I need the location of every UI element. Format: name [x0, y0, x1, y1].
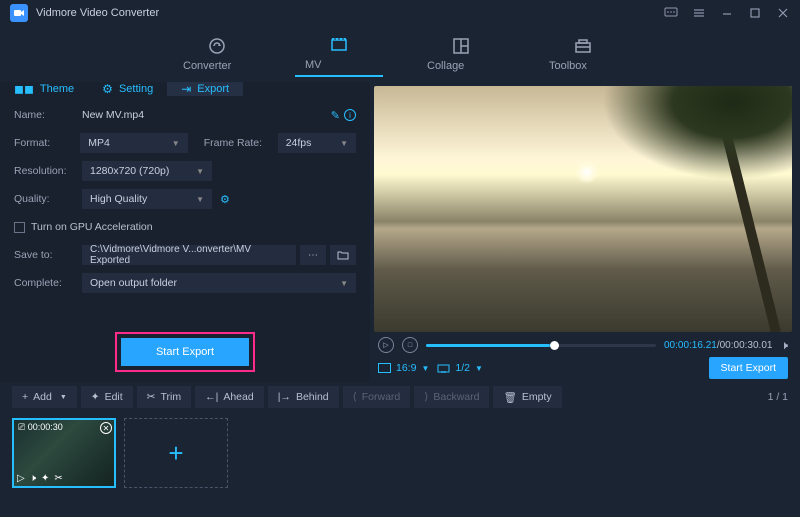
subtab-label: Export [197, 83, 229, 95]
complete-label: Complete: [14, 277, 82, 289]
mv-icon [329, 35, 349, 55]
info-icon[interactable]: i [344, 109, 356, 121]
tab-label: Toolbox [549, 60, 617, 72]
maximize-icon[interactable] [748, 6, 762, 20]
saveto-label: Save to: [14, 249, 82, 261]
subtab-theme[interactable]: ◼◼ Theme [0, 82, 88, 96]
chevron-down-icon: ▼ [60, 394, 67, 401]
ahead-icon: ←| [205, 391, 218, 403]
seek-slider[interactable] [426, 344, 656, 347]
open-folder-button[interactable] [330, 245, 356, 265]
preview-panel: ▷ □ 00:00:16.21/00:00:30.01 🕨 16:9 ▼ 1/2… [370, 82, 800, 382]
add-clip-button[interactable]: + [124, 418, 228, 488]
chevron-down-icon: ▼ [196, 167, 204, 176]
quality-select[interactable]: High Quality▼ [82, 189, 212, 209]
toolbox-icon [573, 36, 593, 56]
feedback-icon[interactable] [664, 6, 678, 20]
app-title: Vidmore Video Converter [36, 7, 159, 19]
backward-icon: ⟩ [424, 391, 428, 403]
clip-trim-icon[interactable]: ✂ [54, 473, 62, 484]
browse-button[interactable]: ⋯ [300, 245, 326, 265]
tab-label: MV [305, 59, 373, 71]
close-icon[interactable] [776, 6, 790, 20]
subtab-label: Setting [119, 83, 153, 95]
volume-icon[interactable]: 🕨 [780, 338, 788, 353]
tab-collage[interactable]: Collage [417, 32, 505, 76]
chevron-down-icon: ▼ [475, 364, 483, 373]
trash-icon: 🗑 [503, 391, 516, 404]
tab-mv[interactable]: MV [295, 31, 383, 77]
framerate-select[interactable]: 24fps▼ [278, 133, 356, 153]
resolution-select[interactable]: 1280x720 (720p)▼ [82, 161, 212, 181]
subtab-export[interactable]: ⇥ Export [167, 82, 243, 96]
app-logo [10, 4, 28, 22]
video-preview[interactable] [374, 86, 792, 332]
resolution-label: Resolution: [14, 165, 82, 177]
gpu-checkbox[interactable] [14, 222, 25, 233]
main-tabs: Converter MV Collage Toolbox [0, 26, 800, 82]
clip-toolbar: +Add▼ ✦Edit ✂Trim ←|Ahead |→Behind ⟨Forw… [0, 382, 800, 412]
minimize-icon[interactable] [720, 6, 734, 20]
framerate-label: Frame Rate: [204, 137, 278, 149]
tab-label: Converter [183, 60, 251, 72]
saveto-path: C:\Vidmore\Vidmore V...onverter\MV Expor… [82, 245, 296, 265]
chevron-down-icon: ▼ [421, 364, 429, 373]
menu-icon[interactable] [692, 6, 706, 20]
page-indicator: 1 / 1 [768, 391, 788, 403]
tab-label: Collage [427, 60, 495, 72]
timeline-clip[interactable]: ⎚ 00:00:30 ✕ ▷ 🕨 ✦ ✂ [12, 418, 116, 488]
behind-button[interactable]: |→Behind [268, 386, 339, 408]
time-display: 00:00:16.21/00:00:30.01 [664, 340, 772, 351]
play-button[interactable]: ▷ [378, 337, 394, 353]
theme-icon: ◼◼ [14, 82, 34, 96]
chevron-down-icon: ▼ [172, 139, 180, 148]
clip-duration: ⎚ 00:00:30 [18, 422, 63, 433]
format-label: Format: [14, 137, 80, 149]
edit-button[interactable]: ✦Edit [81, 386, 133, 408]
add-button[interactable]: +Add▼ [12, 386, 77, 408]
edit-name-icon[interactable]: ✎ [331, 109, 340, 122]
quality-settings-icon[interactable]: ⚙ [220, 193, 230, 206]
start-export-button-preview[interactable]: Start Export [709, 357, 788, 379]
gpu-label: Turn on GPU Acceleration [31, 221, 153, 233]
timeline: ⎚ 00:00:30 ✕ ▷ 🕨 ✦ ✂ + [0, 412, 800, 504]
empty-button[interactable]: 🗑Empty [493, 386, 561, 408]
quality-label: Quality: [14, 193, 82, 205]
clip-play-icon[interactable]: ▷ [17, 473, 25, 484]
converter-icon [207, 36, 227, 56]
tab-toolbox[interactable]: Toolbox [539, 32, 627, 76]
clip-mute-icon[interactable]: 🕨 [30, 473, 36, 484]
behind-icon: |→ [278, 391, 291, 403]
trim-button[interactable]: ✂Trim [137, 386, 191, 408]
forward-button[interactable]: ⟨Forward [343, 386, 411, 408]
stop-button[interactable]: □ [402, 337, 418, 353]
start-export-highlight: Start Export [115, 332, 255, 372]
chevron-down-icon: ▼ [196, 195, 204, 204]
scissors-icon: ✂ [147, 391, 156, 403]
aspect-ratio-select[interactable]: 16:9 ▼ [378, 362, 429, 374]
tab-converter[interactable]: Converter [173, 32, 261, 76]
chevron-down-icon: ▼ [340, 279, 348, 288]
gear-icon: ⚙ [102, 82, 113, 96]
titlebar: Vidmore Video Converter [0, 0, 800, 26]
subtab-setting[interactable]: ⚙ Setting [88, 82, 167, 96]
chevron-down-icon: ▼ [340, 139, 348, 148]
ahead-button[interactable]: ←|Ahead [195, 386, 264, 408]
plus-icon: + [22, 391, 28, 403]
start-export-button[interactable]: Start Export [121, 338, 249, 366]
clip-edit-icon[interactable]: ✦ [41, 473, 49, 484]
format-select[interactable]: MP4▼ [80, 133, 188, 153]
clip-remove-icon[interactable]: ✕ [100, 422, 112, 434]
name-value: New MV.mp4 [82, 109, 325, 121]
backward-button[interactable]: ⟩Backward [414, 386, 489, 408]
forward-icon: ⟨ [353, 391, 357, 403]
view-select[interactable]: 1/2 ▼ [437, 362, 483, 374]
complete-select[interactable]: Open output folder▼ [82, 273, 356, 293]
collage-icon [451, 36, 471, 56]
name-label: Name: [14, 109, 82, 121]
wand-icon: ✦ [91, 391, 100, 403]
export-icon: ⇥ [181, 82, 191, 96]
export-panel: ◼◼ Theme ⚙ Setting ⇥ Export Name: New MV… [0, 82, 370, 382]
subtab-label: Theme [40, 83, 74, 95]
